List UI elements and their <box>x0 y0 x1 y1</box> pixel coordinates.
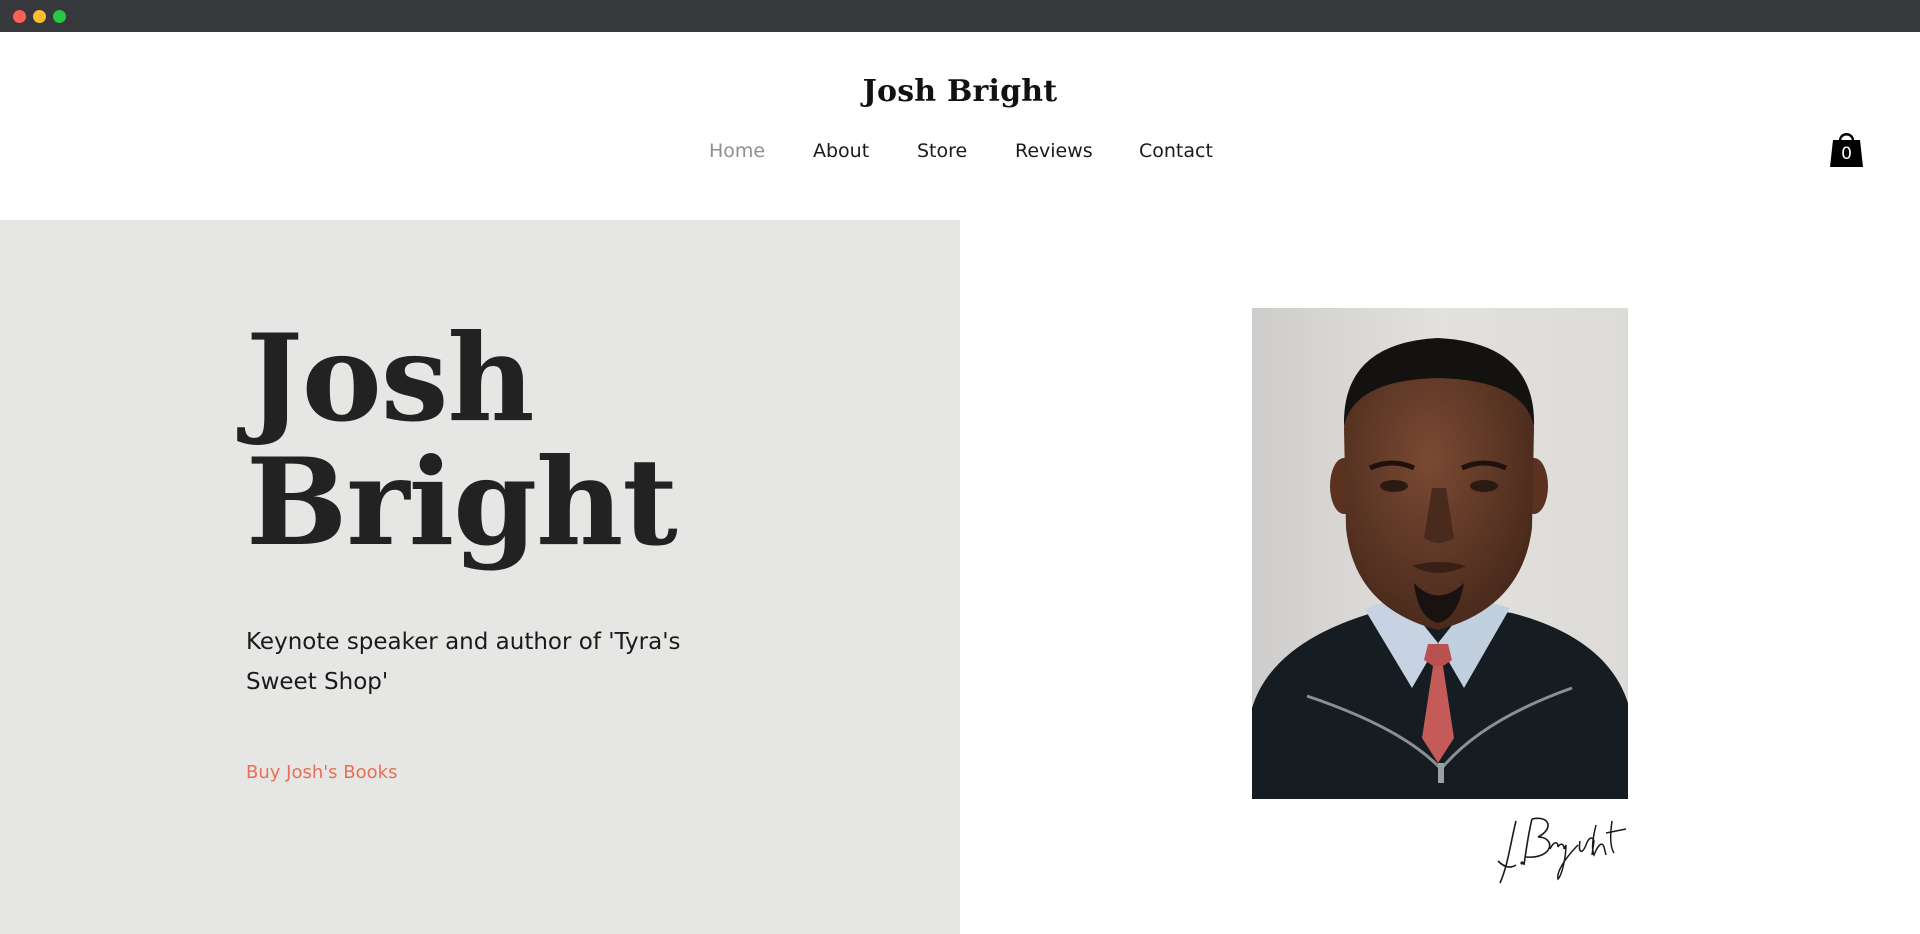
minimize-window-icon[interactable] <box>33 10 46 23</box>
cart-button[interactable]: 0 <box>1829 127 1864 167</box>
signature-image <box>1488 805 1638 890</box>
portrait-photo <box>1252 308 1628 799</box>
nav-item-about[interactable]: About <box>813 140 869 162</box>
nav-item-store[interactable]: Store <box>917 140 967 162</box>
hero-heading-line2: Bright <box>246 432 678 573</box>
close-window-icon[interactable] <box>13 10 26 23</box>
maximize-window-icon[interactable] <box>53 10 66 23</box>
nav-item-contact[interactable]: Contact <box>1139 140 1213 162</box>
buy-books-link[interactable]: Buy Josh's Books <box>246 762 397 783</box>
hero-panel: Josh Bright Keynote speaker and author o… <box>0 220 960 934</box>
main-nav: Home About Store Reviews Contact <box>0 140 1920 170</box>
cart-count: 0 <box>1841 144 1852 164</box>
site-title[interactable]: Josh Bright <box>0 74 1920 109</box>
hero-tagline: Keynote speaker and author of 'Tyra's Sw… <box>246 629 681 695</box>
hero-heading: Josh Bright <box>246 317 946 565</box>
nav-item-home[interactable]: Home <box>709 140 765 162</box>
window-titlebar <box>0 0 1920 32</box>
nav-item-reviews[interactable]: Reviews <box>1015 140 1093 162</box>
hero-heading-line1: Josh <box>246 308 535 449</box>
